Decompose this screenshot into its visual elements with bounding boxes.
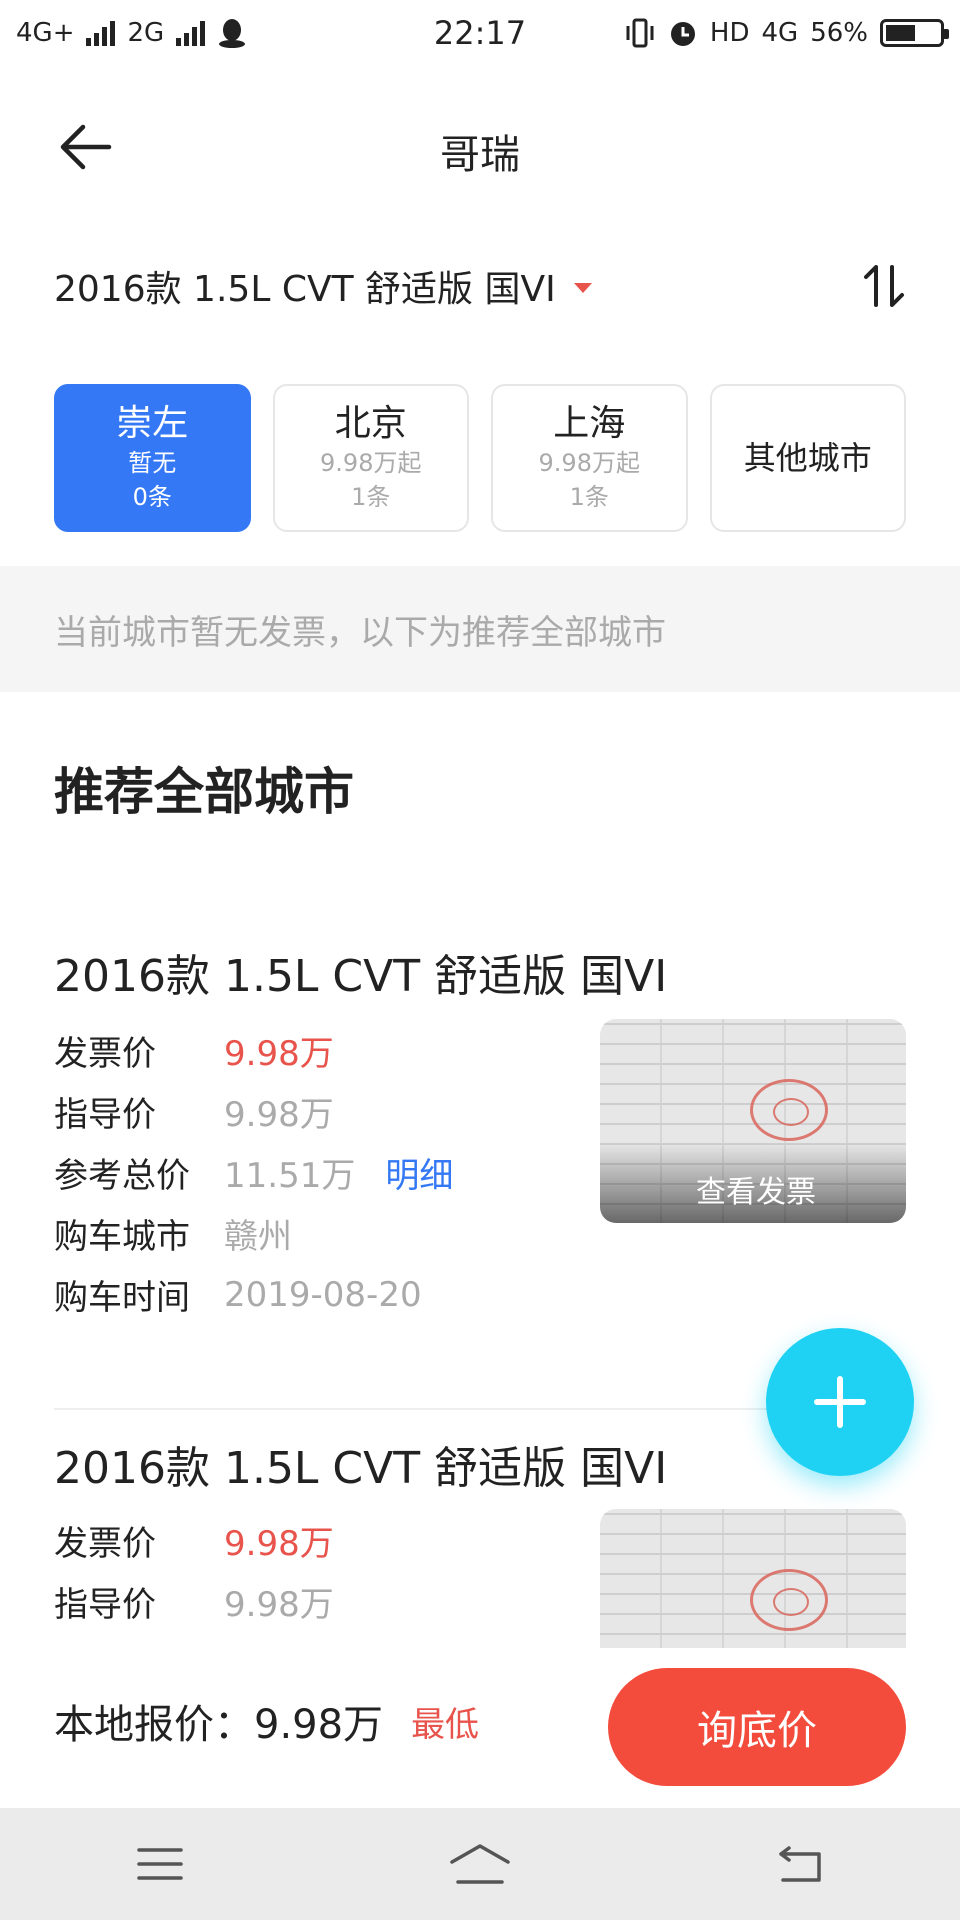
signal-icon-2 — [176, 20, 206, 46]
home-icon — [450, 1844, 510, 1884]
bottom-bar: 本地报价：9.98万 最低 询底价 — [0, 1648, 960, 1808]
status-bar: 4G+ 2G 22:17 HD 4G 56% — [0, 0, 960, 66]
total-price-label: 参考总价 — [54, 1156, 190, 1196]
invoice-price-value: 9.98万 — [224, 1524, 334, 1564]
guide-price-row: 指导价 9.98万 — [54, 1081, 453, 1142]
network-label-3: 4G — [761, 18, 799, 48]
system-nav-bar — [0, 1808, 960, 1920]
listing-details: 发票价 9.98万 指导价 9.98万 参考总价 11.51万 明细 购车城市 … — [54, 1020, 453, 1325]
city-tab-price: 9.98万起 — [538, 449, 640, 477]
city-tab-other[interactable]: 其他城市 — [709, 384, 906, 532]
city-tab-name: 上海 — [553, 403, 626, 444]
guide-price-value: 9.98万 — [224, 1095, 334, 1135]
nav-menu-button[interactable] — [110, 1824, 210, 1904]
city-tab-name: 崇左 — [116, 403, 189, 444]
header: 哥瑞 — [0, 90, 960, 200]
battery-fill — [886, 25, 916, 41]
guide-price-label: 指导价 — [54, 1585, 156, 1625]
invoice-price-label: 发票价 — [54, 1034, 156, 1074]
purchase-date-value: 2019-08-20 — [224, 1274, 422, 1315]
section-title: 推荐全部城市 — [54, 763, 354, 821]
purchase-city-value: 赣州 — [224, 1217, 292, 1257]
invoice-thumbnail[interactable] — [600, 1509, 906, 1648]
city-tab-name: 其他城市 — [743, 439, 872, 477]
nav-home-button[interactable] — [430, 1824, 530, 1904]
guide-price-row: 指导价 9.98万 — [54, 1571, 453, 1632]
model-dropdown[interactable]: 2016款 1.5L CVT 舒适版 国VI — [54, 260, 592, 312]
city-tabs: 崇左 暂无 0条 北京 9.98万起 1条 上海 9.98万起 1条 其他城市 — [54, 384, 906, 532]
detail-link[interactable]: 明细 — [385, 1148, 453, 1197]
total-price-row: 参考总价 11.51万 明细 — [54, 1142, 453, 1203]
city-tab-price: 暂无 — [128, 449, 177, 477]
local-price: 本地报价：9.98万 最低 — [54, 1692, 479, 1750]
status-right: HD 4G 56% — [624, 18, 949, 48]
page-title: 哥瑞 — [440, 132, 520, 178]
invoice-stamp — [750, 1569, 828, 1631]
ask-lowest-price-button[interactable]: 询底价 — [608, 1668, 906, 1786]
menu-icon — [137, 1848, 183, 1880]
plus-icon — [814, 1376, 866, 1428]
network-label-2: 2G — [127, 18, 165, 48]
signal-icon-1 — [86, 20, 116, 46]
listing-title: 2016款 1.5L CVT 舒适版 国VI — [54, 951, 668, 1002]
detail-link[interactable]: 明细 — [385, 1638, 453, 1648]
sort-icon[interactable] — [862, 263, 906, 309]
city-tab-beijing[interactable]: 北京 9.98万起 1条 — [272, 384, 469, 532]
model-dropdown-label: 2016款 1.5L CVT 舒适版 国VI — [54, 269, 556, 310]
status-left: 4G+ 2G — [16, 17, 247, 49]
city-tab-count: 1条 — [351, 483, 391, 511]
add-fab-button[interactable] — [766, 1328, 914, 1476]
guide-price-value: 9.98万 — [224, 1585, 334, 1625]
city-tab-shanghai[interactable]: 上海 9.98万起 1条 — [491, 384, 688, 532]
lowest-tag: 最低 — [411, 1704, 480, 1745]
purchase-city-row: 购车城市 赣州 — [54, 1203, 453, 1264]
purchase-date-row: 购车时间 2019-08-20 — [54, 1264, 453, 1325]
battery-icon — [880, 19, 949, 47]
return-icon — [779, 1846, 821, 1882]
total-price-label: 参考总价 — [54, 1638, 224, 1648]
city-tab-name: 北京 — [334, 403, 407, 444]
city-tab-price: 9.98万起 — [320, 449, 422, 477]
alarm-icon — [670, 22, 695, 46]
invoice-thumbnail[interactable]: 查看发票 — [600, 1019, 906, 1223]
listing-list: 2016款 1.5L CVT 舒适版 国VI 发票价 9.98万 指导价 9.9… — [0, 920, 960, 1648]
city-tab-count: 0条 — [132, 483, 172, 511]
hd-label: HD — [709, 18, 750, 48]
city-tab-count: 1条 — [569, 483, 609, 511]
caret-down-icon — [573, 283, 592, 293]
invoice-stamp — [750, 1079, 828, 1141]
listing-details: 发票价 9.98万 指导价 9.98万 参考总价 11.51万 明细 — [54, 1510, 453, 1648]
invoice-price-row: 发票价 9.98万 — [54, 1510, 453, 1571]
invoice-image — [600, 1509, 906, 1648]
total-price-value: 11.51万 — [224, 1638, 355, 1648]
vibrate-icon — [626, 18, 654, 48]
total-price-row: 参考总价 11.51万 明细 — [54, 1632, 453, 1648]
view-invoice-label: 查看发票 — [696, 1175, 816, 1210]
network-label-1: 4G+ — [16, 18, 75, 48]
qq-icon — [219, 19, 246, 48]
listing-title: 2016款 1.5L CVT 舒适版 国VI — [54, 1443, 668, 1494]
total-price-value: 11.51万 — [224, 1156, 356, 1196]
invoice-price-label: 发票价 — [54, 1524, 156, 1564]
invoice-price-row: 发票价 9.98万 — [54, 1020, 453, 1081]
list-item[interactable]: 2016款 1.5L CVT 舒适版 国VI 发票价 9.98万 指导价 9.9… — [54, 920, 906, 1408]
invoice-price-value: 9.98万 — [224, 1034, 334, 1074]
purchase-date-label: 购车时间 — [54, 1278, 190, 1318]
nav-back-button[interactable] — [750, 1824, 850, 1904]
purchase-city-label: 购车城市 — [54, 1217, 190, 1257]
guide-price-label: 指导价 — [54, 1095, 156, 1135]
model-selector-row: 2016款 1.5L CVT 舒适版 国VI — [54, 256, 906, 316]
no-invoice-notice: 当前城市暂无发票，以下为推荐全部城市 — [0, 566, 960, 692]
city-tab-chongzuo[interactable]: 崇左 暂无 0条 — [54, 384, 251, 532]
local-price-text: 本地报价：9.98万 — [54, 1702, 384, 1748]
battery-percent: 56% — [810, 18, 868, 48]
